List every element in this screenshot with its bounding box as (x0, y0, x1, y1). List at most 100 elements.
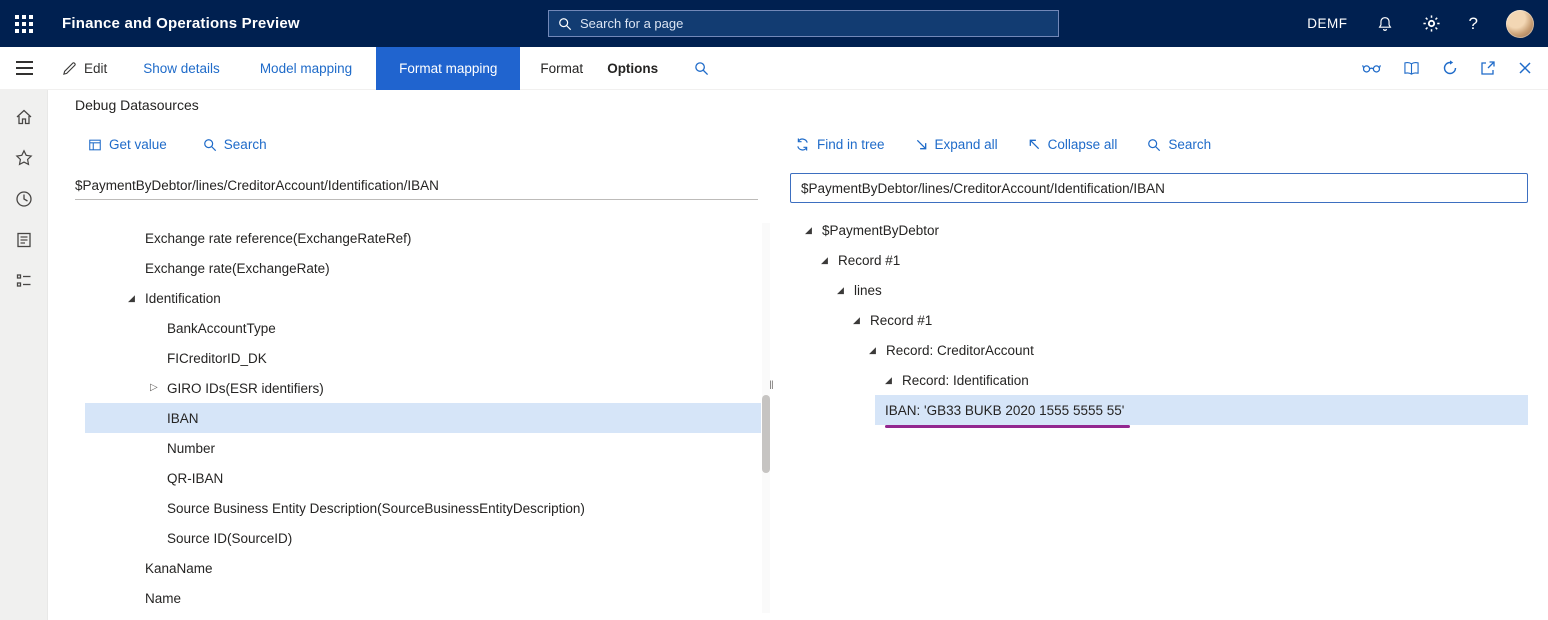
app-window: Finance and Operations Preview DEMF ? (0, 0, 1548, 620)
tree-item[interactable]: Exchange rate(ExchangeRate) (85, 253, 761, 283)
expand-all-button[interactable]: Expand all (915, 137, 998, 152)
tree-item[interactable]: ◢Record #1 (790, 305, 1528, 335)
refresh-icon[interactable] (1442, 58, 1458, 78)
find-in-tree-label: Find in tree (817, 137, 885, 152)
tree-item-label: Identification (145, 291, 221, 306)
modules-list-icon[interactable] (0, 260, 48, 301)
tree-item[interactable]: ◢lines (790, 275, 1528, 305)
tree-item-label: Exchange rate(ExchangeRate) (145, 261, 330, 276)
tree-item[interactable]: ◢$PaymentByDebtor (790, 215, 1528, 245)
get-value-button[interactable]: Get value (88, 137, 167, 152)
user-avatar[interactable] (1506, 10, 1534, 38)
tree-item[interactable]: QR-IBAN (85, 463, 761, 493)
nav-sidebar (0, 90, 48, 620)
tree-item[interactable]: Source ID(SourceID) (85, 523, 761, 553)
left-search-label: Search (224, 137, 267, 152)
find-in-tree-icon (795, 137, 810, 152)
tree-item-label: QR-IBAN (167, 471, 223, 486)
close-icon[interactable] (1518, 58, 1532, 78)
edit-button-label: Edit (84, 61, 107, 76)
collapse-toggle-icon[interactable]: ◢ (869, 346, 886, 355)
tree-item-label: BankAccountType (167, 321, 276, 336)
collapse-toggle-icon[interactable]: ◢ (853, 316, 870, 325)
tab-format-mapping[interactable]: Format mapping (376, 47, 520, 90)
tree-item[interactable]: ◢Record: CreditorAccount (790, 335, 1528, 365)
tree-item-label: Number (167, 441, 215, 456)
left-search-button[interactable]: Search (203, 137, 267, 152)
panel-splitter-grip[interactable]: ‖ (769, 378, 774, 392)
book-icon[interactable] (1403, 58, 1420, 78)
tree-item[interactable]: Number (85, 433, 761, 463)
left-path-input[interactable] (75, 172, 758, 200)
collapse-toggle-icon[interactable]: ◢ (805, 226, 822, 235)
tree-item[interactable]: Source Business Entity Description(Sourc… (85, 493, 761, 523)
scrollbar-thumb[interactable] (762, 395, 770, 473)
actionbar-right-icons (1362, 58, 1548, 78)
search-icon (203, 138, 217, 152)
options-menu[interactable]: Options (607, 61, 658, 76)
glasses-icon[interactable] (1362, 58, 1381, 78)
data-value-tree: ◢$PaymentByDebtor◢Record #1◢lines◢Record… (790, 215, 1528, 425)
notifications-bell-icon[interactable] (1376, 12, 1394, 36)
hamburger-menu-icon[interactable] (0, 47, 48, 90)
collapse-toggle-icon[interactable]: ◢ (821, 256, 838, 265)
company-selector[interactable]: DEMF (1307, 16, 1347, 31)
tree-item[interactable]: ▷GIRO IDs(ESR identifiers) (85, 373, 761, 403)
right-panel-toolbar: Find in tree Expand all Collapse all Sea… (795, 137, 1211, 152)
favorites-star-icon[interactable] (0, 137, 48, 178)
edit-button[interactable]: Edit (62, 61, 107, 76)
tree-item-label: Record #1 (870, 313, 932, 328)
page-search-box[interactable] (548, 10, 1059, 37)
tree-item[interactable]: Exchange rate reference(ExchangeRateRef) (85, 223, 761, 253)
settings-gear-icon[interactable] (1422, 12, 1441, 36)
find-in-tree-button[interactable]: Find in tree (795, 137, 885, 152)
right-path-input[interactable] (790, 173, 1528, 203)
tree-item[interactable]: IBAN: 'GB33 BUKB 2020 1555 5555 55' (790, 395, 1528, 425)
page-search-input[interactable] (580, 16, 1049, 31)
collapse-all-icon (1028, 138, 1041, 151)
tree-item[interactable]: BankAccountType (85, 313, 761, 343)
collapse-all-button[interactable]: Collapse all (1028, 137, 1118, 152)
tree-item-label: Record #1 (838, 253, 900, 268)
popout-icon[interactable] (1480, 58, 1496, 78)
tree-item-label: Record: Identification (902, 373, 1029, 388)
collapse-toggle-icon[interactable]: ◢ (837, 286, 854, 295)
action-pane: Edit Show details Model mapping Format m… (0, 47, 1548, 90)
tree-item-label: IBAN (167, 411, 199, 426)
tree-item[interactable]: IBAN (85, 403, 761, 433)
tree-item-label: Source ID(SourceID) (167, 531, 292, 546)
home-icon[interactable] (0, 96, 48, 137)
collapse-all-label: Collapse all (1048, 137, 1118, 152)
collapse-toggle-icon[interactable]: ◢ (885, 376, 902, 385)
tree-item[interactable]: Name (85, 583, 761, 613)
page-title: Debug Datasources (75, 97, 199, 113)
tree-item-label: GIRO IDs(ESR identifiers) (167, 381, 324, 396)
top-navigation-bar: Finance and Operations Preview DEMF ? (0, 0, 1548, 47)
tree-item-label: $PaymentByDebtor (822, 223, 939, 238)
tree-item[interactable]: ◢Identification (85, 283, 761, 313)
tab-format[interactable]: Format (540, 61, 583, 76)
right-search-button[interactable]: Search (1147, 137, 1211, 152)
tree-item[interactable]: ◢Record: Identification (790, 365, 1528, 395)
collapse-toggle-icon[interactable]: ◢ (128, 294, 145, 303)
search-icon (558, 17, 572, 31)
show-details-button[interactable]: Show details (143, 61, 220, 76)
expand-all-label: Expand all (935, 137, 998, 152)
workspace-form-icon[interactable] (0, 219, 48, 260)
tree-item[interactable]: ◢Record #1 (790, 245, 1528, 275)
tree-item-label: FICreditorID_DK (167, 351, 267, 366)
get-value-label: Get value (109, 137, 167, 152)
tree-item-label: Name (145, 591, 181, 606)
tree-item[interactable]: KanaName (85, 553, 761, 583)
expand-toggle-icon[interactable]: ▷ (150, 383, 167, 393)
datasource-tree: Exchange rate reference(ExchangeRateRef)… (85, 223, 761, 613)
recent-clock-icon[interactable] (0, 178, 48, 219)
tab-model-mapping[interactable]: Model mapping (260, 61, 352, 76)
help-icon[interactable]: ? (1469, 12, 1478, 36)
tree-item[interactable]: FICreditorID_DK (85, 343, 761, 373)
main-content: Debug Datasources Get value Search Excha… (48, 90, 1548, 620)
app-launcher-icon[interactable] (0, 0, 48, 47)
expand-all-icon (915, 138, 928, 151)
left-tree-scrollbar[interactable] (762, 223, 770, 613)
actionbar-search-icon[interactable] (694, 61, 709, 76)
